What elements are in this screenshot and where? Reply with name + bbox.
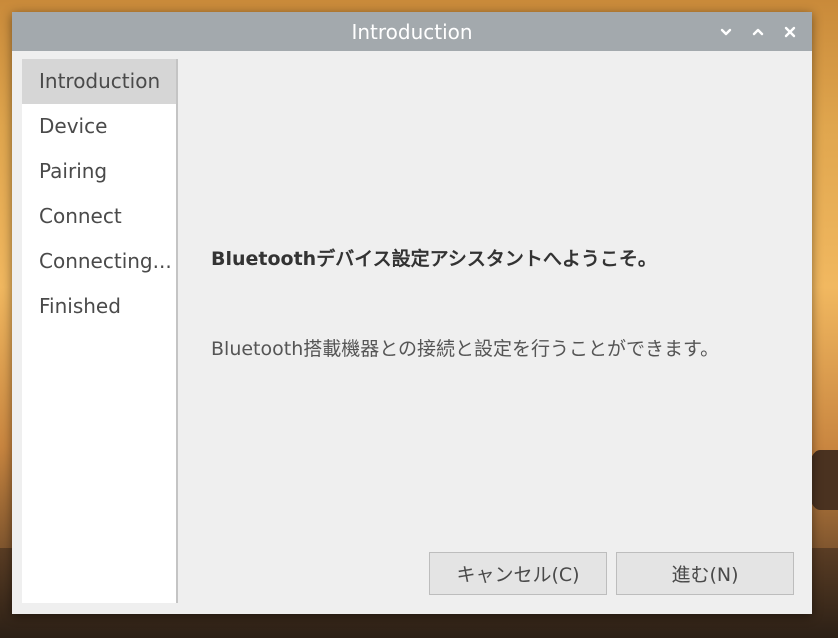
sidebar-item-connecting[interactable]: Connecting... bbox=[22, 239, 176, 284]
next-button[interactable]: 進む(N) bbox=[616, 552, 794, 595]
sidebar-item-introduction[interactable]: Introduction bbox=[22, 59, 176, 104]
step-sidebar: Introduction Device Pairing Connect Conn… bbox=[22, 59, 178, 603]
welcome-heading: Bluetoothデバイス設定アシスタントへようこそ。 bbox=[211, 248, 657, 270]
window-controls bbox=[710, 16, 806, 48]
sidebar-item-device[interactable]: Device bbox=[22, 104, 176, 149]
welcome-description: Bluetooth搭載機器との接続と設定を行うことができます。 bbox=[211, 338, 720, 360]
title-bar[interactable]: Introduction bbox=[12, 12, 812, 51]
dialog-window: Introduction Introduction Device Pairing… bbox=[12, 12, 812, 614]
chevron-down-icon bbox=[720, 28, 732, 36]
chevron-up-icon bbox=[752, 28, 764, 36]
close-icon bbox=[784, 26, 796, 38]
minimize-button[interactable] bbox=[710, 16, 742, 48]
sidebar-item-connect[interactable]: Connect bbox=[22, 194, 176, 239]
cancel-button[interactable]: キャンセル(C) bbox=[429, 552, 607, 595]
desktop-background-tree bbox=[808, 450, 838, 510]
window-title: Introduction bbox=[351, 20, 473, 44]
sidebar-item-finished[interactable]: Finished bbox=[22, 284, 176, 329]
sidebar-item-pairing[interactable]: Pairing bbox=[22, 149, 176, 194]
maximize-button[interactable] bbox=[742, 16, 774, 48]
close-button[interactable] bbox=[774, 16, 806, 48]
